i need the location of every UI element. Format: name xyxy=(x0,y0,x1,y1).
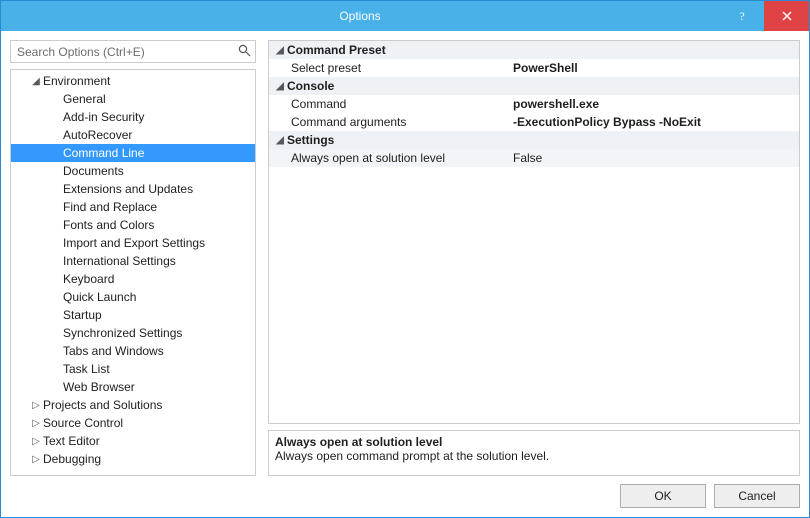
property-value[interactable]: False xyxy=(509,151,799,165)
tree-item-label: Find and Replace xyxy=(63,200,157,214)
tree-item-label: Synchronized Settings xyxy=(63,326,182,340)
tree-item-label: Documents xyxy=(63,164,124,178)
tree-item[interactable]: Tabs and Windows xyxy=(11,342,255,360)
property-category[interactable]: ◢Settings xyxy=(269,131,799,149)
cancel-button[interactable]: Cancel xyxy=(714,484,800,508)
left-column: ◢Environment General Add-in Security AutoRe… xyxy=(10,40,256,476)
tree-item-label: Source Control xyxy=(43,416,123,430)
search-input[interactable] xyxy=(11,41,255,62)
category-label: Console xyxy=(287,79,334,93)
tree-item-label: Projects and Solutions xyxy=(43,398,162,412)
search-icon xyxy=(238,44,251,60)
window-title: Options xyxy=(1,9,719,23)
tree-item-label: Fonts and Colors xyxy=(63,218,154,232)
tree-item-label: Environment xyxy=(43,74,110,88)
category-tree[interactable]: ◢Environment General Add-in Security AutoRe… xyxy=(11,70,255,475)
category-label: Settings xyxy=(287,133,334,147)
tree-item-label: Quick Launch xyxy=(63,290,136,304)
client-area: ◢EnvironmentGeneralAdd-in SecurityAutoRe… xyxy=(1,31,809,517)
property-row[interactable]: Commandpowershell.exe xyxy=(269,95,799,113)
property-value[interactable]: PowerShell xyxy=(509,61,799,75)
description-body: Always open command prompt at the soluti… xyxy=(275,449,793,463)
window-controls: ? xyxy=(719,1,809,31)
close-button[interactable] xyxy=(764,1,809,31)
tree-item-label: Tabs and Windows xyxy=(63,344,164,358)
tree-item-label: General xyxy=(63,92,106,106)
property-label: Always open at solution level xyxy=(269,151,509,165)
tree-item-label: Import and Export Settings xyxy=(63,236,205,250)
tree-item[interactable]: ▷Projects and Solutions xyxy=(11,396,255,414)
tree-item-label: Add-in Security xyxy=(63,110,144,124)
tree-item[interactable]: International Settings xyxy=(11,252,255,270)
tree-item[interactable]: Keyboard xyxy=(11,270,255,288)
tree-item[interactable]: Documents xyxy=(11,162,255,180)
main-split: ◢EnvironmentGeneralAdd-in SecurityAutoRe… xyxy=(10,40,800,476)
tree-item[interactable]: Fonts and Colors xyxy=(11,216,255,234)
expander-closed-icon: ▷ xyxy=(29,436,43,447)
tree-item-label: International Settings xyxy=(63,254,176,268)
tree-item-label: Debugging xyxy=(43,452,101,466)
close-icon xyxy=(782,11,792,21)
property-category[interactable]: ◢Command Preset xyxy=(269,41,799,59)
property-grid[interactable]: ◢Command PresetSelect presetPowerShell◢C… xyxy=(268,40,800,424)
tree-item-label: AutoRecover xyxy=(63,128,132,142)
tree-item[interactable]: Web Browser xyxy=(11,378,255,396)
expander-open-icon: ◢ xyxy=(273,81,287,92)
dialog-footer: OK Cancel xyxy=(10,484,800,508)
property-row[interactable]: Command arguments-ExecutionPolicy Bypass… xyxy=(269,113,799,131)
tree-item[interactable]: Startup xyxy=(11,306,255,324)
property-category[interactable]: ◢Console xyxy=(269,77,799,95)
tree-item-label: Task List xyxy=(63,362,110,376)
category-tree-container: ◢Environment General Add-in Security AutoRe… xyxy=(10,69,256,476)
help-icon: ? xyxy=(736,10,748,22)
tree-item[interactable]: Synchronized Settings xyxy=(11,324,255,342)
property-label: Select preset xyxy=(269,61,509,75)
tree-item[interactable]: Find and Replace xyxy=(11,198,255,216)
expander-closed-icon: ▷ xyxy=(29,418,43,429)
tree-item[interactable]: Command Line xyxy=(11,144,255,162)
svg-text:?: ? xyxy=(739,10,744,22)
ok-button[interactable]: OK xyxy=(620,484,706,508)
property-row[interactable]: Always open at solution levelFalse xyxy=(269,149,799,167)
expander-open-icon: ◢ xyxy=(29,76,43,87)
tree-item-label: Command Line xyxy=(63,146,144,160)
description-title: Always open at solution level xyxy=(275,435,793,449)
tree-item-label: Web Browser xyxy=(63,380,135,394)
property-value[interactable]: -ExecutionPolicy Bypass -NoExit xyxy=(509,115,799,129)
category-label: Command Preset xyxy=(287,43,386,57)
expander-open-icon: ◢ xyxy=(273,45,287,56)
tree-item[interactable]: ▷Text Editor xyxy=(11,432,255,450)
expander-closed-icon: ▷ xyxy=(29,454,43,465)
tree-item[interactable]: Task List xyxy=(11,360,255,378)
tree-item[interactable]: ▷Source Control xyxy=(11,414,255,432)
property-label: Command arguments xyxy=(269,115,509,129)
tree-item[interactable]: Add-in Security xyxy=(11,108,255,126)
tree-item-label: Text Editor xyxy=(43,434,100,448)
right-column: ◢Command PresetSelect presetPowerShell◢C… xyxy=(268,40,800,476)
tree-item[interactable]: ▷Debugging xyxy=(11,450,255,468)
title-bar: Options ? xyxy=(1,1,809,31)
tree-item[interactable]: Quick Launch xyxy=(11,288,255,306)
expander-open-icon: ◢ xyxy=(273,135,287,146)
tree-item[interactable]: Extensions and Updates xyxy=(11,180,255,198)
tree-item-label: Startup xyxy=(63,308,102,322)
description-pane: Always open at solution level Always ope… xyxy=(268,430,800,476)
tree-item[interactable]: General xyxy=(11,90,255,108)
tree-item-label: Extensions and Updates xyxy=(63,182,193,196)
tree-item[interactable]: AutoRecover xyxy=(11,126,255,144)
search-box[interactable] xyxy=(10,40,256,63)
expander-closed-icon: ▷ xyxy=(29,400,43,411)
help-button[interactable]: ? xyxy=(719,1,764,31)
tree-item[interactable]: Import and Export Settings xyxy=(11,234,255,252)
tree-item-label: Keyboard xyxy=(63,272,114,286)
property-value[interactable]: powershell.exe xyxy=(509,97,799,111)
property-label: Command xyxy=(269,97,509,111)
tree-item[interactable]: ◢Environment xyxy=(11,72,255,90)
property-row[interactable]: Select presetPowerShell xyxy=(269,59,799,77)
